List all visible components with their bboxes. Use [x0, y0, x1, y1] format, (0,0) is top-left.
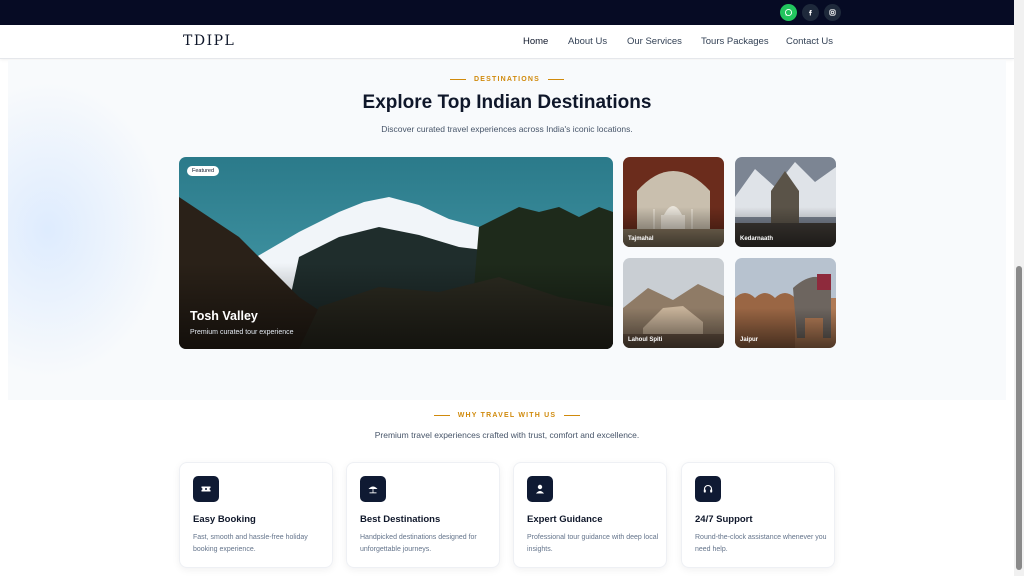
- feature-description: Round-the-clock assistance whenever you …: [695, 534, 827, 553]
- nav-tours-packages[interactable]: Tours Packages: [701, 36, 769, 47]
- feature-description: Handpicked destinations designed for unf…: [360, 534, 477, 553]
- destination-card-lahoul-spiti[interactable]: Lahoul Spiti: [623, 258, 724, 348]
- featured-destination-card[interactable]: Featured Tosh Valley Premium curated tou…: [179, 157, 613, 349]
- destination-card-jaipur[interactable]: Jaipur: [735, 258, 836, 348]
- feature-title: Easy Booking: [193, 514, 256, 525]
- destination-card-label: Jaipur: [740, 337, 759, 343]
- whatsapp-icon[interactable]: [780, 4, 797, 21]
- feature-card-easy-booking: Easy Booking Fast, smooth and hassle-fre…: [179, 462, 333, 568]
- destinations-title: Explore Top Indian Destinations: [362, 92, 652, 113]
- feature-title: Expert Guidance: [527, 514, 603, 525]
- featured-subtitle: Premium curated tour experience: [190, 329, 294, 336]
- feature-card-24-7-support: 24/7 Support Round-the-clock assistance …: [681, 462, 835, 568]
- feature-title: Best Destinations: [360, 514, 441, 525]
- main-navbar: TDIPL Home About Us Our Services Tours P…: [0, 25, 1014, 59]
- why-subtitle: Premium travel experiences crafted with …: [374, 430, 640, 440]
- feature-description: Fast, smooth and hassle-free holiday boo…: [193, 534, 308, 553]
- destination-card-kedarnaath[interactable]: Kedarnaath: [735, 157, 836, 247]
- destination-card-label: Lahoul Spiti: [628, 337, 663, 343]
- feature-title: 24/7 Support: [695, 514, 753, 525]
- featured-title: Tosh Valley: [190, 309, 258, 323]
- destinations-subtitle: Discover curated travel experiences acro…: [381, 124, 633, 134]
- nav-contact-us[interactable]: Contact Us: [786, 36, 833, 47]
- why-eyebrow: WHY TRAVEL WITH US: [0, 412, 1014, 419]
- user-icon: [527, 476, 553, 502]
- ticket-icon: [193, 476, 219, 502]
- facebook-icon[interactable]: [802, 4, 819, 21]
- why-eyebrow-text: WHY TRAVEL WITH US: [457, 412, 557, 419]
- destination-card-tajmahal[interactable]: Tajmahal: [623, 157, 724, 247]
- nav-our-services[interactable]: Our Services: [627, 36, 682, 47]
- top-bar: [0, 0, 1014, 25]
- brand-logo[interactable]: TDIPL: [183, 33, 235, 49]
- scrollbar-thumb[interactable]: [1016, 266, 1022, 570]
- featured-badge: Featured: [187, 166, 220, 176]
- headset-icon: [695, 476, 721, 502]
- umbrella-beach-icon: [360, 476, 386, 502]
- destinations-eyebrow: DESTINATIONS: [0, 76, 1014, 83]
- destination-card-label: Tajmahal: [628, 236, 654, 242]
- feature-card-best-destinations: Best Destinations Handpicked destination…: [346, 462, 500, 568]
- nav-home[interactable]: Home: [523, 36, 548, 47]
- feature-card-expert-guidance: Expert Guidance Professional tour guidan…: [513, 462, 667, 568]
- nav-about-us[interactable]: About Us: [568, 36, 607, 47]
- destinations-eyebrow-text: DESTINATIONS: [474, 76, 540, 83]
- feature-description: Professional tour guidance with deep loc…: [527, 534, 659, 553]
- instagram-icon[interactable]: [824, 4, 841, 21]
- destination-card-label: Kedarnaath: [740, 236, 774, 242]
- page-scrollbar[interactable]: [1014, 0, 1024, 576]
